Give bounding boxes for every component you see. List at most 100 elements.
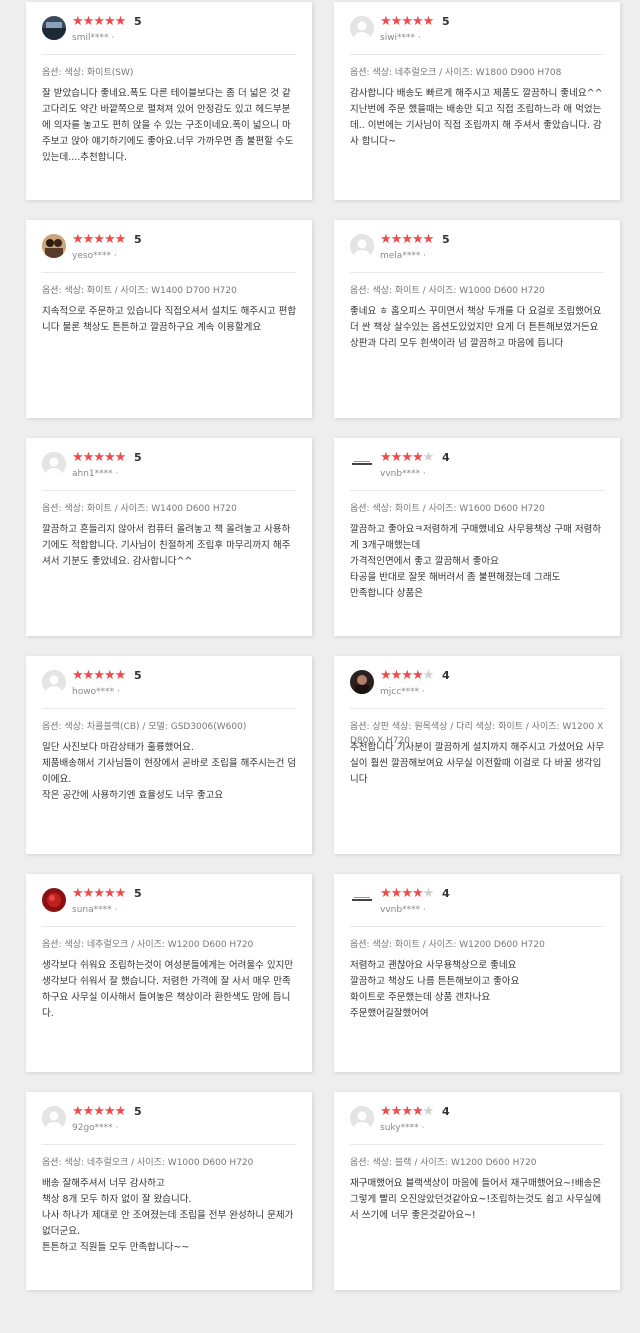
product-options: 옵션: 색상: 차콜블랙(CB) / 모델: GSD3006(W600) (42, 722, 247, 732)
reviewer-id: 92go**** · (72, 1123, 119, 1133)
product-options: 옵션: 색상: 블랙 / 사이즈: W1200 D600 H720 (350, 1158, 537, 1168)
review-card: ★★★★★ 5 suna**** · 옵션: 색상: 네추럴오크 / 사이즈: W12… (26, 874, 312, 1072)
review-header: ★★★★★ 5 yeso**** · (42, 232, 296, 266)
reviewer-id: mela**** · (380, 251, 427, 261)
reviewer-id: siwi**** · (380, 33, 421, 43)
reviewer-id: suky**** · (380, 1123, 425, 1133)
star-icon: ★ (82, 14, 95, 29)
star-rating: ★★★★★ (380, 668, 435, 683)
avatar (350, 452, 374, 476)
review-text: 배송 잘해주셔서 너무 감사하고 책상 8개 모두 하자 없이 잘 왔습니다. … (42, 1178, 294, 1253)
star-icon: ★ (411, 1104, 424, 1119)
review-header: ★★★★★ 4 vvnb**** · (350, 450, 604, 484)
avatar (350, 670, 374, 694)
avatar (350, 1106, 374, 1130)
star-icon: ★ (422, 1104, 435, 1119)
review-text: 깔끔하고 좋아요ㅋ저렴하게 구매했네요 사무용책상 구매 저렴하게 3개구매했는… (350, 524, 602, 599)
star-icon: ★ (411, 232, 424, 247)
star-icon: ★ (422, 668, 435, 683)
avatar (42, 16, 66, 40)
rating-score: 4 (442, 1105, 450, 1118)
review-card: ★★★★★ 5 yeso**** · 옵션: 색상: 화이트 / 사이즈: W1400… (26, 220, 312, 418)
star-icon: ★ (114, 886, 127, 901)
product-options: 옵션: 색상: 화이트 / 사이즈: W1600 D600 H720 (350, 504, 545, 514)
star-icon: ★ (82, 1104, 95, 1119)
rating-score: 5 (134, 1105, 142, 1118)
review-card: ★★★★★ 5 ahn1**** · 옵션: 색상: 화이트 / 사이즈: W1400… (26, 438, 312, 636)
star-icon: ★ (93, 1104, 105, 1119)
star-icon: ★ (103, 450, 116, 465)
star-icon: ★ (380, 14, 392, 29)
divider (350, 272, 604, 273)
review-card: ★★★★★ 4 vvnb**** · 옵션: 색상: 화이트 / 사이즈: W1600… (334, 438, 620, 636)
star-rating: ★★★★★ (72, 14, 126, 29)
star-icon: ★ (401, 450, 413, 465)
star-icon: ★ (72, 668, 84, 683)
divider (42, 708, 296, 709)
star-rating: ★★★★★ (380, 886, 435, 901)
star-rating: ★★★★★ (72, 886, 127, 901)
reviewer-id: howo**** · (72, 687, 120, 697)
reviewer-id: suna**** · (72, 905, 118, 915)
rating-score: 5 (442, 233, 450, 246)
rating-score: 5 (134, 451, 142, 464)
star-icon: ★ (72, 886, 84, 901)
star-rating: ★★★★★ (72, 1104, 126, 1119)
review-header: ★★★★★ 5 ahn1**** · (42, 450, 296, 484)
divider (42, 490, 296, 491)
star-icon: ★ (380, 668, 392, 683)
avatar (350, 234, 374, 258)
star-rating: ★★★★★ (72, 668, 127, 683)
star-rating: ★★★★★ (72, 450, 127, 465)
reviewer-id: vvnb**** · (380, 905, 426, 915)
product-options: 옵션: 색상: 화이트 / 사이즈: W1400 D600 H720 (42, 504, 237, 514)
review-header: ★★★★★ 4 suky**** · (350, 1104, 604, 1138)
star-icon: ★ (82, 232, 95, 247)
review-header: ★★★★★ 5 suna**** · (42, 886, 296, 920)
reviewer-id: yeso**** · (72, 251, 117, 261)
review-header: ★★★★★ 5 mela**** · (350, 232, 604, 266)
reviewer-id: smil**** · (72, 33, 115, 43)
star-icon: ★ (411, 668, 424, 683)
avatar (42, 452, 66, 476)
review-card: ★★★★★ 5 mela**** · 옵션: 색상: 화이트 / 사이즈: W1000… (334, 220, 620, 418)
star-icon: ★ (422, 232, 435, 247)
star-icon: ★ (82, 450, 95, 465)
star-icon: ★ (380, 1104, 392, 1119)
star-icon: ★ (114, 668, 127, 683)
star-icon: ★ (422, 886, 435, 901)
rating-score: 5 (134, 233, 142, 246)
product-options: 옵션: 색상: 화이트(SW) (42, 68, 134, 78)
divider (350, 54, 604, 55)
rating-score: 4 (442, 451, 450, 464)
review-card: ★★★★★ 5 92go**** · 옵션: 색상: 네추럴오크 / 사이즈: W10… (26, 1092, 312, 1290)
star-icon: ★ (380, 450, 392, 465)
divider (42, 272, 296, 273)
star-icon: ★ (103, 886, 116, 901)
star-icon: ★ (93, 886, 105, 901)
avatar (42, 888, 66, 912)
star-icon: ★ (72, 1104, 84, 1119)
divider (350, 708, 604, 709)
star-icon: ★ (93, 450, 105, 465)
star-icon: ★ (114, 450, 127, 465)
star-icon: ★ (93, 668, 105, 683)
star-rating: ★★★★★ (72, 232, 126, 247)
review-card: ★★★★★ 4 suky**** · 옵션: 색상: 블랙 / 사이즈: W1200 … (334, 1092, 620, 1290)
reviewer-id: mjcc**** · (380, 687, 425, 697)
star-icon: ★ (390, 232, 403, 247)
star-rating: ★★★★★ (380, 450, 434, 465)
product-options: 옵션: 색상: 네추럴오크 / 사이즈: W1000 D600 H720 (42, 1158, 254, 1168)
review-text: 저렴하고 괜찮아요 사무용책상으로 좋네요 깔끔하고 책상도 나름 튼튼해보이고… (350, 960, 520, 1019)
divider (350, 926, 604, 927)
star-rating: ★★★★★ (380, 14, 434, 29)
star-icon: ★ (401, 886, 413, 901)
rating-score: 5 (134, 669, 142, 682)
rating-score: 5 (442, 15, 450, 28)
rating-score: 4 (442, 887, 450, 900)
star-icon: ★ (401, 668, 413, 683)
avatar (350, 888, 374, 912)
review-text: 좋네요 ㅎ 홈오피스 꾸미면서 책상 두개를 다 요걸로 조립했어요 더 싼 책… (350, 306, 602, 349)
review-header: ★★★★★ 5 92go**** · (42, 1104, 296, 1138)
star-icon: ★ (72, 232, 84, 247)
